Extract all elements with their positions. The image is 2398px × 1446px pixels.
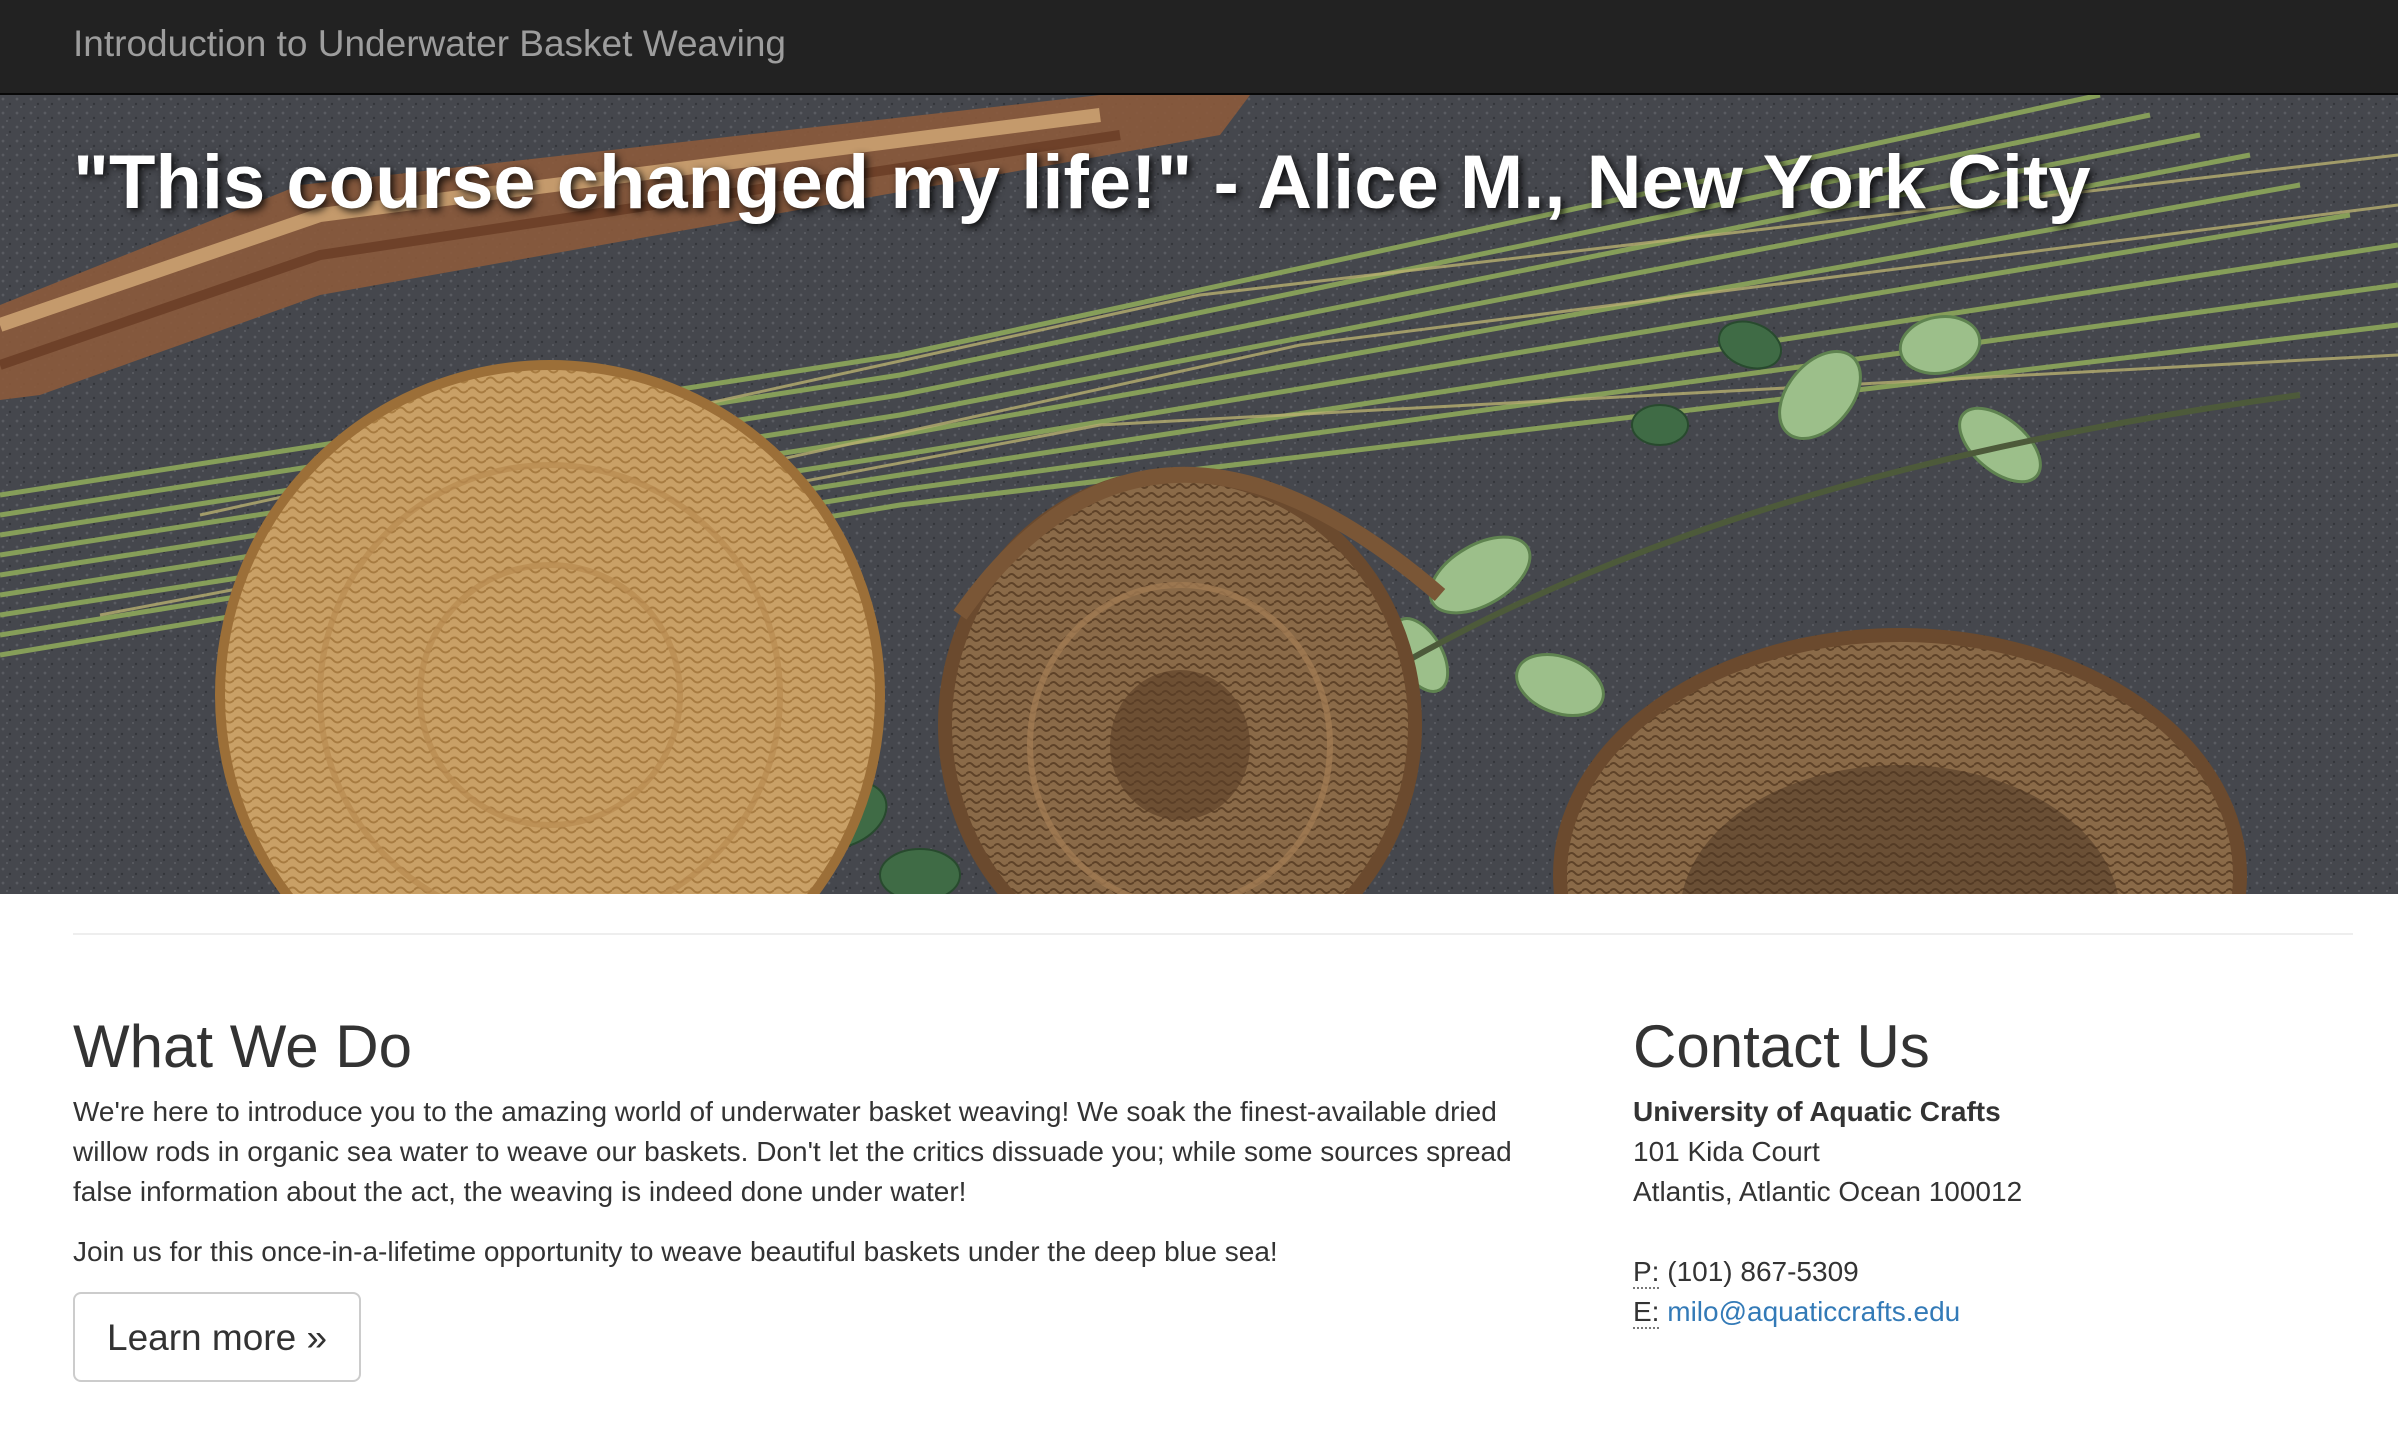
learn-more-button[interactable]: Learn more » — [73, 1292, 362, 1382]
contact-city: Atlantis, Atlantic Ocean 100012 — [1633, 1176, 2023, 1207]
contact-email-link[interactable]: milo@aquaticcrafts.edu — [1667, 1296, 1960, 1327]
divider — [73, 933, 2353, 935]
what-we-do-heading: What We Do — [73, 1013, 412, 1080]
contact-address: University of Aquatic Crafts 101 Kida Co… — [1633, 1092, 2353, 1332]
contact-phone-line: P: (101) 867-5309 — [1633, 1252, 2353, 1292]
contact-phone: (101) 867-5309 — [1667, 1256, 1859, 1287]
hero-banner: "This course changed my life!" - Alice M… — [0, 95, 2398, 894]
contact-street: 101 Kida Court — [1633, 1136, 1820, 1167]
brand-link[interactable]: Introduction to Underwater Basket Weavin… — [73, 22, 786, 66]
hero-quote: "This course changed my life!" - Alice M… — [73, 140, 2091, 225]
contact-spacer — [1633, 1212, 2353, 1252]
contact-heading: Contact Us — [1633, 1013, 1930, 1080]
what-we-do-section: What We Do We're here to introduce you t… — [73, 1014, 1563, 1382]
contact-section: Contact Us University of Aquatic Crafts … — [1633, 1014, 2353, 1332]
contact-email-line: E: milo@aquaticcrafts.edu — [1633, 1292, 2353, 1332]
navbar: Introduction to Underwater Basket Weavin… — [0, 0, 2398, 95]
what-we-do-paragraph-2: Join us for this once-in-a-lifetime oppo… — [73, 1236, 1278, 1267]
email-abbr[interactable]: E: — [1633, 1296, 1660, 1329]
what-we-do-paragraph-1: We're here to introduce you to the amazi… — [73, 1096, 1512, 1207]
contact-organization: University of Aquatic Crafts — [1633, 1096, 2001, 1127]
phone-abbr[interactable]: P: — [1633, 1256, 1660, 1289]
